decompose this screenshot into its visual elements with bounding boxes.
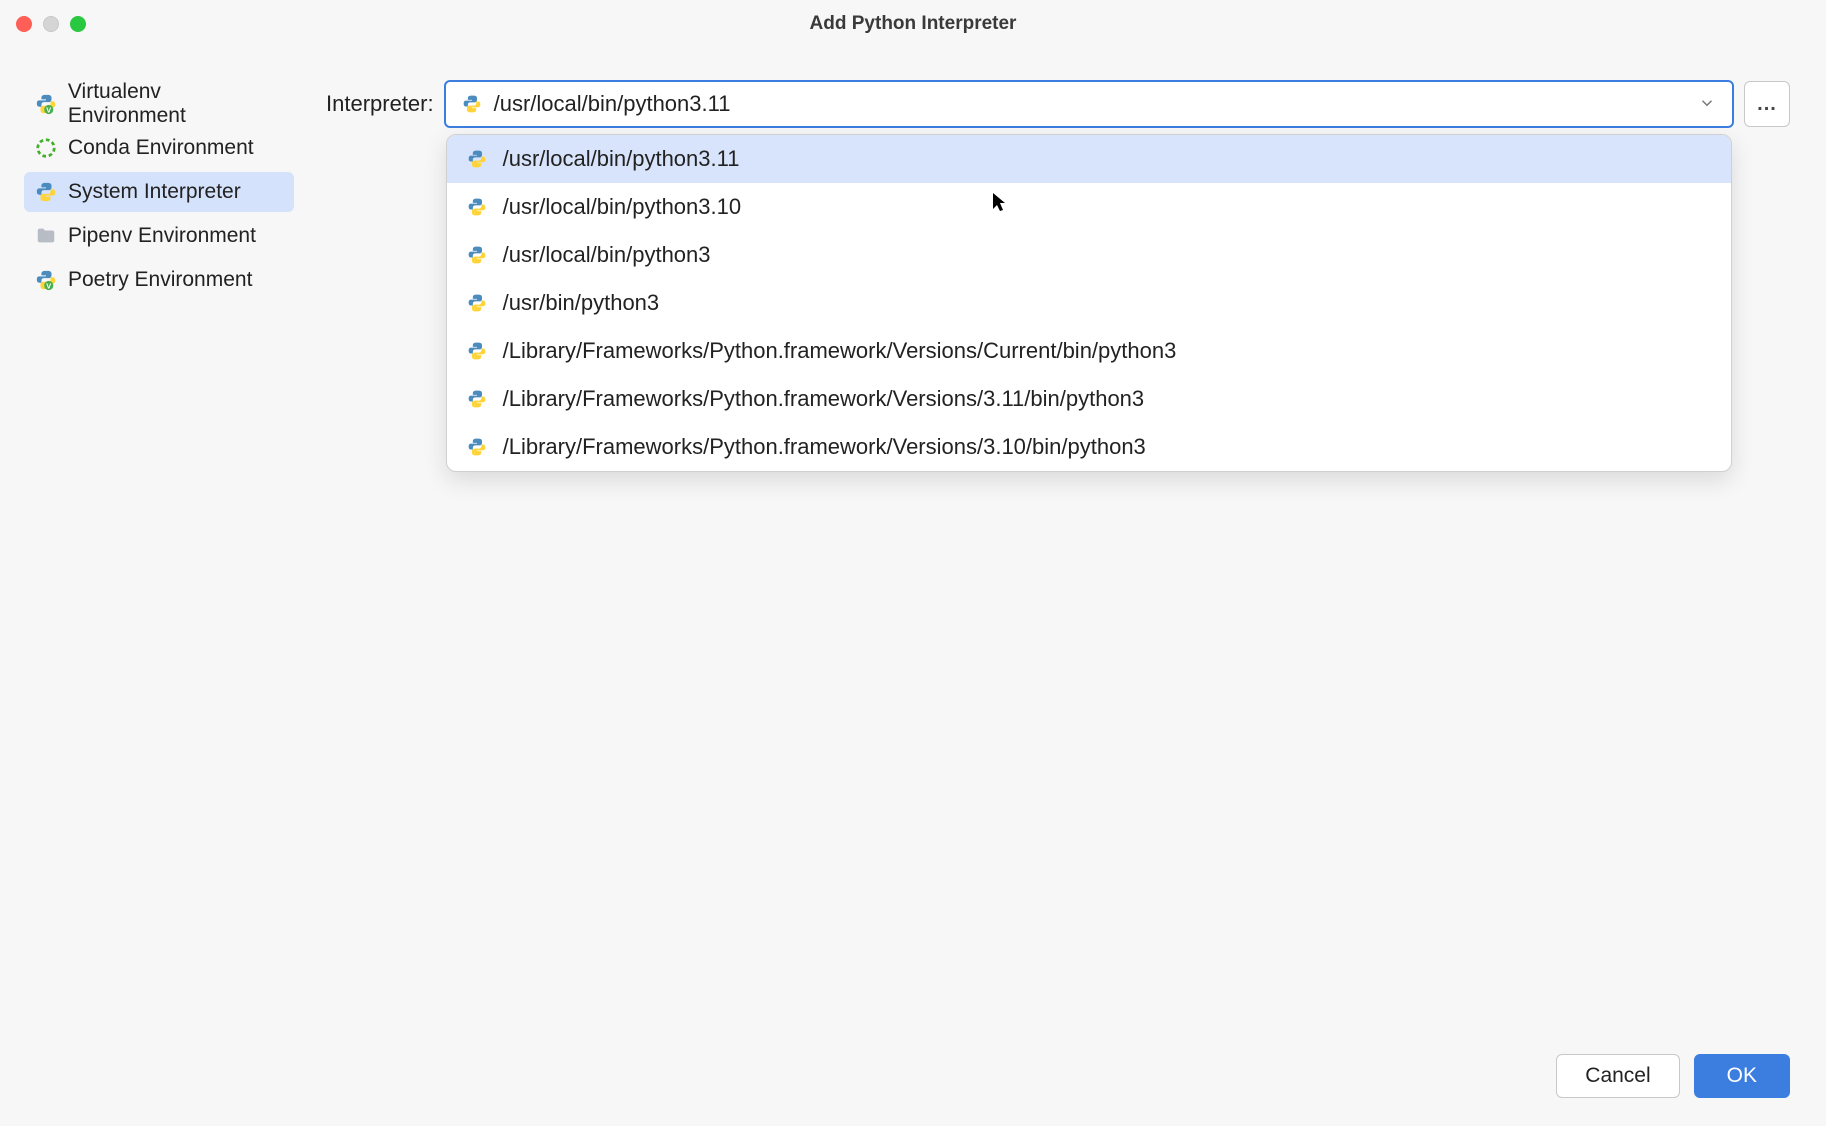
python-icon	[465, 195, 489, 219]
maximize-window-button[interactable]	[70, 16, 86, 32]
interpreter-dropdown: /usr/local/bin/python3.11 /usr/local/bin…	[446, 134, 1732, 472]
dropdown-item[interactable]: /Library/Frameworks/Python.framework/Ver…	[447, 327, 1731, 375]
titlebar: Add Python Interpreter	[0, 0, 1826, 48]
sidebar-item-virtualenv[interactable]: V Virtualenv Environment	[24, 84, 294, 124]
traffic-lights	[16, 16, 86, 32]
sidebar-item-label: Virtualenv Environment	[68, 80, 284, 128]
python-icon	[465, 435, 489, 459]
dropdown-item-text: /usr/local/bin/python3.10	[503, 194, 742, 220]
sidebar: V Virtualenv Environment Conda Environme…	[0, 80, 310, 1054]
python-icon	[460, 92, 484, 116]
dialog-footer: Cancel OK	[0, 1054, 1826, 1126]
dropdown-item-text: /usr/bin/python3	[503, 290, 660, 316]
interpreter-label: Interpreter:	[326, 91, 434, 117]
dropdown-item[interactable]: /Library/Frameworks/Python.framework/Ver…	[447, 375, 1731, 423]
python-icon	[465, 243, 489, 267]
sidebar-item-label: Poetry Environment	[68, 268, 252, 292]
dropdown-item[interactable]: /usr/local/bin/python3.11	[447, 135, 1731, 183]
python-icon	[465, 147, 489, 171]
sidebar-item-system[interactable]: System Interpreter	[24, 172, 294, 212]
interpreter-row: Interpreter: /usr/local/bin/python3.11	[326, 80, 1790, 128]
dropdown-item-text: /usr/local/bin/python3	[503, 242, 711, 268]
dropdown-item[interactable]: /usr/local/bin/python3	[447, 231, 1731, 279]
chevron-down-icon	[1698, 94, 1718, 114]
window-title: Add Python Interpreter	[810, 13, 1017, 35]
dropdown-item-text: /Library/Frameworks/Python.framework/Ver…	[503, 386, 1145, 412]
python-icon	[465, 387, 489, 411]
python-v2-icon: V	[34, 268, 58, 292]
sidebar-item-pipenv[interactable]: Pipenv Environment	[24, 216, 294, 256]
svg-text:V: V	[46, 105, 51, 114]
interpreter-combobox[interactable]: /usr/local/bin/python3.11 /usr/local/bin…	[444, 80, 1734, 128]
sidebar-item-conda[interactable]: Conda Environment	[24, 128, 294, 168]
interpreter-selected-value: /usr/local/bin/python3.11	[494, 91, 1698, 117]
cancel-button[interactable]: Cancel	[1556, 1054, 1679, 1098]
python-icon	[34, 180, 58, 204]
minimize-window-button[interactable]	[43, 16, 59, 32]
main-panel: Interpreter: /usr/local/bin/python3.11	[310, 80, 1826, 1054]
dropdown-item-text: /Library/Frameworks/Python.framework/Ver…	[503, 338, 1177, 364]
sidebar-item-poetry[interactable]: V Poetry Environment	[24, 260, 294, 300]
sidebar-item-label: Conda Environment	[68, 136, 254, 160]
dropdown-item[interactable]: /usr/local/bin/python3.10	[447, 183, 1731, 231]
python-icon	[465, 339, 489, 363]
close-window-button[interactable]	[16, 16, 32, 32]
ok-button[interactable]: OK	[1694, 1054, 1790, 1098]
sidebar-item-label: System Interpreter	[68, 180, 241, 204]
browse-button[interactable]: ...	[1744, 81, 1790, 127]
python-icon	[465, 291, 489, 315]
svg-text:V: V	[46, 281, 51, 290]
dropdown-item-text: /usr/local/bin/python3.11	[503, 146, 740, 172]
dropdown-item[interactable]: /Library/Frameworks/Python.framework/Ver…	[447, 423, 1731, 471]
dropdown-item-text: /Library/Frameworks/Python.framework/Ver…	[503, 434, 1146, 460]
sidebar-item-label: Pipenv Environment	[68, 224, 256, 248]
dialog-window: Add Python Interpreter V Virtualenv Envi…	[0, 0, 1826, 1126]
folder-icon	[34, 224, 58, 248]
content-area: V Virtualenv Environment Conda Environme…	[0, 48, 1826, 1054]
python-v-icon: V	[34, 92, 58, 116]
dropdown-item[interactable]: /usr/bin/python3	[447, 279, 1731, 327]
conda-icon	[34, 136, 58, 160]
